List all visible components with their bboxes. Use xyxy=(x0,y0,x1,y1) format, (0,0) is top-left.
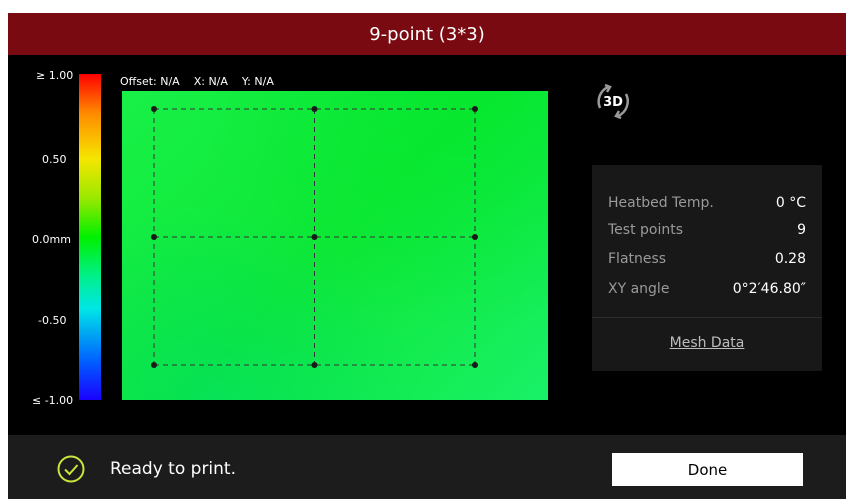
probe-point xyxy=(472,106,478,112)
xy-angle-row: XY angle 0°2′46.80″ xyxy=(608,281,806,301)
test-points-value: 9 xyxy=(797,222,806,238)
title-bar: 9-point (3*3) xyxy=(8,13,846,55)
page-title: 9-point (3*3) xyxy=(369,23,485,45)
probe-point xyxy=(472,234,478,240)
heatbed-temp-label: Heatbed Temp. xyxy=(608,195,714,211)
view-3d-label: 3D xyxy=(603,95,623,110)
scale-min-label: ≤ -1.00 xyxy=(32,394,74,407)
status-text: Ready to print. xyxy=(110,459,236,479)
xy-angle-label: XY angle xyxy=(608,281,670,297)
flatness-value: 0.28 xyxy=(774,251,806,267)
probe-point xyxy=(151,362,157,368)
calibration-screen: 9-point (3*3) ≥ 1.00 0.50 0.0mm -0.50 ≤ … xyxy=(8,13,846,499)
probe-point xyxy=(472,362,478,368)
scale-mid-label: 0.0mm xyxy=(32,233,71,246)
flatness-row: Flatness 0.28 xyxy=(608,251,806,271)
scale-max-label: ≥ 1.00 xyxy=(36,69,74,82)
heatbed-temp-value: 0 °C xyxy=(775,195,806,211)
color-scale-bar xyxy=(79,74,101,400)
check-circle-icon xyxy=(57,455,85,483)
scale-upper-label: 0.50 xyxy=(42,153,67,166)
heatbed-temp-row: Heatbed Temp. 0 °C xyxy=(608,195,806,215)
probe-point xyxy=(311,234,318,240)
test-points-label: Test points xyxy=(608,222,684,238)
offset-readout: Offset: N/A X: N/A Y: N/A xyxy=(120,75,274,88)
rotate-3d-icon: 3D xyxy=(597,83,629,120)
status-bar: Ready to print. Done xyxy=(8,435,846,499)
test-points-row: Test points 9 xyxy=(608,222,806,242)
offset-value: Offset: N/A xyxy=(120,75,180,88)
info-panel: Heatbed Temp. 0 °C Test points 9 Flatnes… xyxy=(592,165,822,371)
done-button[interactable]: Done xyxy=(612,453,803,486)
y-value: Y: N/A xyxy=(241,75,274,88)
probe-point xyxy=(311,362,318,368)
info-divider xyxy=(592,317,822,318)
flatness-label: Flatness xyxy=(608,251,667,267)
mesh-data-link[interactable]: Mesh Data xyxy=(592,335,822,351)
bed-mesh-heatmap xyxy=(122,91,548,400)
probe-point xyxy=(151,234,157,240)
view-3d-button[interactable]: 3D xyxy=(588,78,638,124)
xy-angle-value: 0°2′46.80″ xyxy=(732,281,806,297)
probe-point xyxy=(151,106,157,112)
x-value: X: N/A xyxy=(193,75,228,88)
scale-lower-label: -0.50 xyxy=(38,314,67,327)
top-strip xyxy=(0,0,846,13)
mesh-grid xyxy=(151,106,478,368)
probe-point xyxy=(311,106,318,112)
